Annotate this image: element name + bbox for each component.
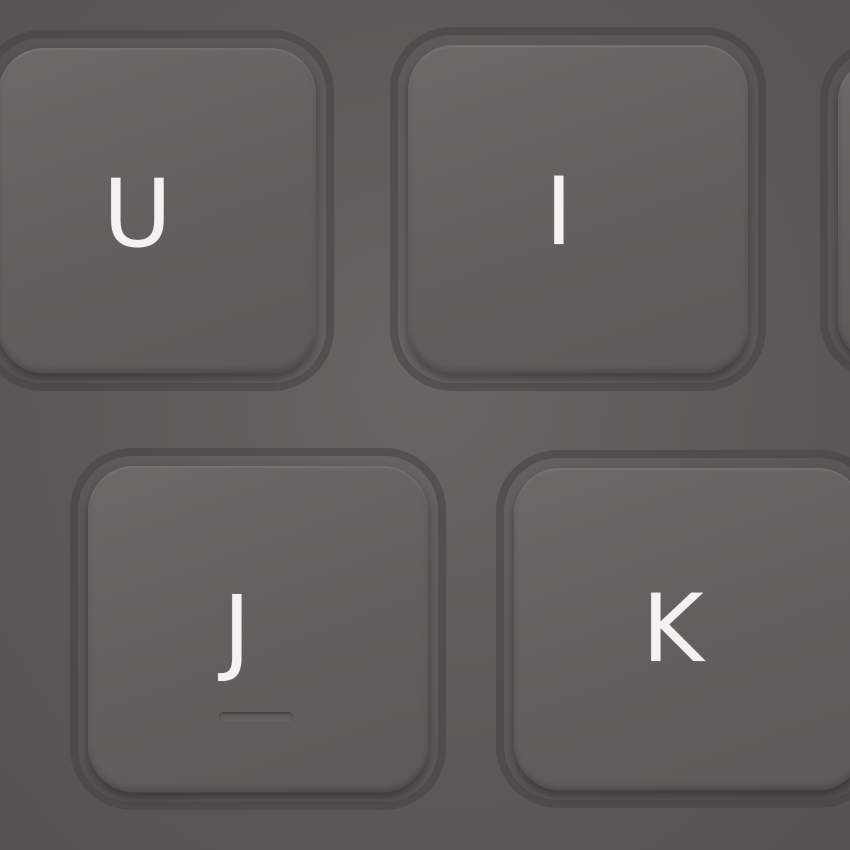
key-j[interactable] <box>88 466 428 792</box>
key-k-legend: K <box>642 575 704 684</box>
key-j-legend: J <box>223 576 251 685</box>
home-row-bump-icon <box>219 712 293 722</box>
key-i[interactable] <box>408 45 748 373</box>
keyboard-closeup: U I J K <box>0 0 850 850</box>
key-o-partial[interactable] <box>838 60 850 360</box>
key-u-legend: U <box>103 160 172 269</box>
key-i-legend: I <box>545 158 573 267</box>
